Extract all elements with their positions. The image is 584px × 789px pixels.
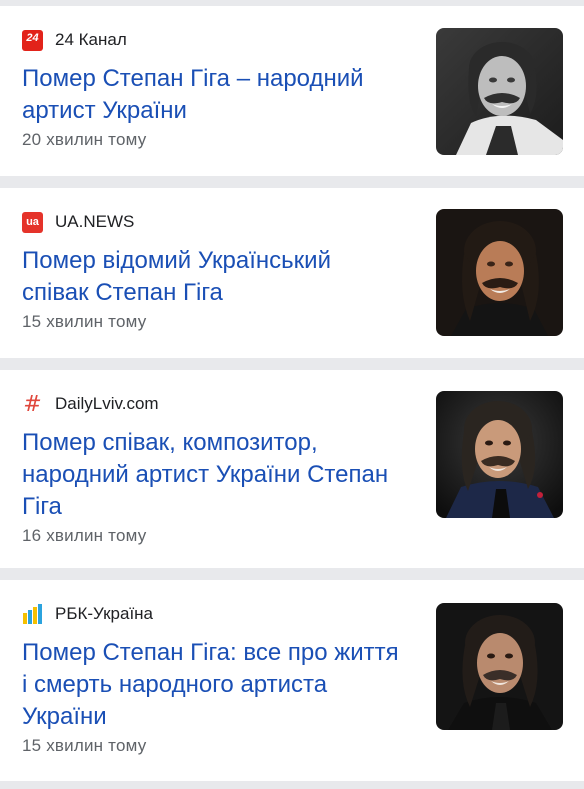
article-time: 20 хвилин тому	[22, 130, 147, 149]
article-headline[interactable]: Помер Степан Гіга: все про життя і смерт…	[22, 637, 402, 733]
source-name: UA.NEWS	[55, 212, 135, 231]
article-thumbnail[interactable]	[436, 209, 563, 336]
channel-24-logo-icon: 24	[22, 29, 43, 51]
article-time: 15 хвилин тому	[22, 736, 147, 755]
portrait-photo-grayscale	[436, 28, 563, 155]
article-card[interactable]: 24 24 Канал Помер Степан Гіга – народний…	[0, 6, 584, 176]
article-thumbnail[interactable]	[436, 391, 563, 518]
rbk-bars-logo	[23, 603, 42, 624]
logo-text: #	[23, 393, 42, 415]
article-time: 15 хвилин тому	[22, 312, 147, 331]
source-name: 24 Канал	[55, 30, 127, 49]
portrait-photo	[436, 391, 563, 518]
article-headline[interactable]: Помер відомий Український співак Степан …	[22, 245, 402, 309]
article-source[interactable]: ua UA.NEWS	[22, 211, 134, 233]
source-name: DailyLviv.com	[55, 394, 159, 413]
source-name: РБК-Україна	[55, 604, 154, 623]
article-thumbnail[interactable]	[436, 28, 563, 155]
hash-logo-icon: #	[22, 394, 43, 415]
portrait-photo	[436, 209, 563, 336]
logo-text: ua	[26, 215, 39, 228]
article-thumbnail[interactable]	[436, 603, 563, 730]
article-card[interactable]: ua UA.NEWS Помер відомий Український спі…	[0, 188, 584, 358]
portrait-photo	[436, 603, 563, 730]
article-headline[interactable]: Помер Степан Гіга – народний артист Укра…	[22, 63, 402, 127]
article-card[interactable]: РБК-Україна Помер Степан Гіга: все про ж…	[0, 580, 584, 781]
article-card[interactable]: # DailyLviv.com Помер співак, композитор…	[0, 370, 584, 568]
rbk-ukraina-logo-icon	[22, 603, 43, 625]
article-source[interactable]: 24 24 Канал	[22, 29, 127, 51]
article-source[interactable]: # DailyLviv.com	[22, 393, 159, 415]
news-feed: 24 24 Канал Помер Степан Гіга – народний…	[0, 0, 584, 789]
article-source[interactable]: РБК-Україна	[22, 603, 153, 625]
logo-text: 24	[26, 31, 39, 44]
article-time: 16 хвилин тому	[22, 526, 147, 545]
article-headline[interactable]: Помер співак, композитор, народний артис…	[22, 427, 402, 523]
ua-news-logo-icon: ua	[22, 211, 43, 233]
